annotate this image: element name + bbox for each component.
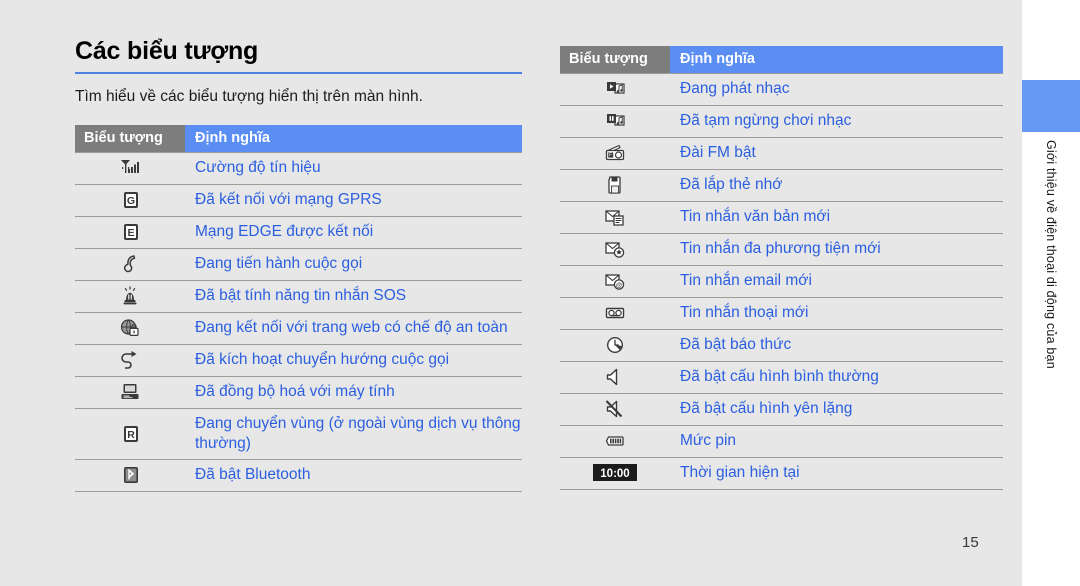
header-icon-column: Biểu tượng (560, 46, 670, 73)
gprs-connected-icon: G (75, 184, 185, 217)
music-paused-icon (560, 105, 670, 138)
new-email-icon: @ (560, 265, 670, 298)
call-in-progress-icon (75, 248, 185, 281)
table-row: Đã bật cấu hình yên lặng (560, 393, 1003, 426)
row-definition: Đã bật báo thức (670, 329, 1003, 362)
chapter-label: Giới thiệu về điện thoại di động của bạn (1022, 140, 1080, 520)
row-definition: Đang phát nhạc (670, 72, 1003, 106)
svg-text:R: R (127, 428, 135, 440)
edge-connected-icon: E (75, 216, 185, 249)
row-definition: Đã bật Bluetooth (185, 459, 522, 492)
roaming-icon: R (75, 408, 185, 460)
intro-paragraph: Tìm hiểu về các biểu tượng hiển thị trên… (75, 88, 423, 105)
signal-strength-icon (75, 151, 185, 185)
pc-sync-icon (75, 376, 185, 409)
row-definition: Đã bật tính năng tin nhắn SOS (185, 280, 522, 313)
table-row: Cường độ tín hiệu (75, 151, 522, 185)
page-title: Các biểu tượng (75, 37, 259, 65)
row-definition: Đang kết nối với trang web có chế độ an … (185, 312, 522, 345)
new-mms-icon (560, 233, 670, 266)
header-definition-column: Định nghĩa (185, 125, 522, 152)
silent-profile-icon (560, 393, 670, 426)
bluetooth-icon (75, 459, 185, 492)
row-definition: Đã tạm ngừng chơi nhạc (670, 105, 1003, 138)
table-row: Đã đồng bộ hoá với máy tính (75, 376, 522, 409)
table-row: F Đài FM bật (560, 137, 1003, 170)
table-header-row: Biểu tượng Định nghĩa (560, 46, 1003, 73)
svg-text:G: G (127, 195, 135, 207)
row-definition: Mạng EDGE được kết nối (185, 216, 522, 249)
normal-profile-icon (560, 361, 670, 394)
table-row: Đang tiến hành cuộc gọi (75, 248, 522, 281)
left-icon-table: Biểu tượng Định nghĩa Cường độ tín hiệu … (75, 125, 522, 492)
table-row: R Đang chuyển vùng (ở ngoài vùng dịch vụ… (75, 408, 522, 460)
row-definition: Đã đồng bộ hoá với máy tính (185, 376, 522, 409)
table-row: G Đã kết nối với mạng GPRS (75, 184, 522, 217)
new-text-message-icon (560, 201, 670, 234)
table-row: Đang kết nối với trang web có chế độ an … (75, 312, 522, 345)
row-definition: Tin nhắn đa phương tiện mới (670, 233, 1003, 266)
row-definition: Đài FM bật (670, 137, 1003, 170)
row-definition: Đã kết nối với mạng GPRS (185, 184, 522, 217)
current-time-text: 10:00 (600, 468, 629, 480)
table-row: Mức pin (560, 425, 1003, 458)
title-underline (75, 72, 522, 74)
row-definition: Tin nhắn email mới (670, 265, 1003, 298)
fm-radio-on-icon: F (560, 137, 670, 170)
row-definition: Đã lắp thẻ nhớ (670, 169, 1003, 202)
document-page: Các biểu tượng Tìm hiểu về các biểu tượn… (0, 0, 1080, 586)
table-row: Đã lắp thẻ nhớ (560, 169, 1003, 202)
table-row: Tin nhắn văn bản mới (560, 201, 1003, 234)
right-column: Biểu tượng Định nghĩa Đang phát nhạc Đã … (560, 46, 1003, 490)
table-row: Đã tạm ngừng chơi nhạc (560, 105, 1003, 138)
chapter-label-text: Giới thiệu về điện thoại di động của bạn (1044, 140, 1058, 369)
svg-text:@: @ (616, 282, 622, 289)
battery-level-icon (560, 425, 670, 458)
table-row: E Mạng EDGE được kết nối (75, 216, 522, 249)
header-icon-column: Biểu tượng (75, 125, 185, 152)
music-playing-icon (560, 72, 670, 106)
row-definition: Tin nhắn thoại mới (670, 297, 1003, 330)
table-row: Đã bật Bluetooth (75, 459, 522, 492)
row-definition: Mức pin (670, 425, 1003, 458)
table-header-row: Biểu tượng Định nghĩa (75, 125, 522, 152)
svg-text:F: F (609, 153, 612, 159)
left-column: Các biểu tượng Tìm hiểu về các biểu tượn… (75, 36, 522, 492)
call-diverting-icon (75, 344, 185, 377)
chapter-tab[interactable] (1022, 80, 1080, 132)
table-row: Đã bật báo thức (560, 329, 1003, 362)
table-row: Tin nhắn đa phương tiện mới (560, 233, 1003, 266)
svg-text:E: E (127, 227, 134, 239)
table-row: Đã bật cấu hình bình thường (560, 361, 1003, 394)
page-number: 15 (962, 534, 979, 551)
table-row: Tin nhắn thoại mới (560, 297, 1003, 330)
memory-card-icon (560, 169, 670, 202)
new-voicemail-icon (560, 297, 670, 330)
right-icon-table: Biểu tượng Định nghĩa Đang phát nhạc Đã … (560, 46, 1003, 490)
table-row: Đã bật tính năng tin nhắn SOS (75, 280, 522, 313)
right-sidebar: Giới thiệu về điện thoại di động của bạn (1022, 0, 1080, 586)
row-definition: Thời gian hiện tại (670, 457, 1003, 490)
row-definition: Cường độ tín hiệu (185, 151, 522, 185)
table-row: Đã kích hoạt chuyển hướng cuộc gọi (75, 344, 522, 377)
row-definition: Tin nhắn văn bản mới (670, 201, 1003, 234)
alarm-on-icon (560, 329, 670, 362)
row-definition: Đang chuyển vùng (ở ngoài vùng dịch vụ t… (185, 408, 522, 460)
sos-message-icon (75, 280, 185, 313)
table-row: Đang phát nhạc (560, 72, 1003, 106)
table-row: 10:00 Thời gian hiện tại (560, 457, 1003, 490)
row-definition: Đã bật cấu hình yên lặng (670, 393, 1003, 426)
row-definition: Đã kích hoạt chuyển hướng cuộc gọi (185, 344, 522, 377)
row-definition: Đang tiến hành cuộc gọi (185, 248, 522, 281)
current-time-icon: 10:00 (560, 457, 670, 490)
header-definition-column: Định nghĩa (670, 46, 1003, 73)
table-row: @ Tin nhắn email mới (560, 265, 1003, 298)
row-definition: Đã bật cấu hình bình thường (670, 361, 1003, 394)
secure-web-icon (75, 312, 185, 345)
